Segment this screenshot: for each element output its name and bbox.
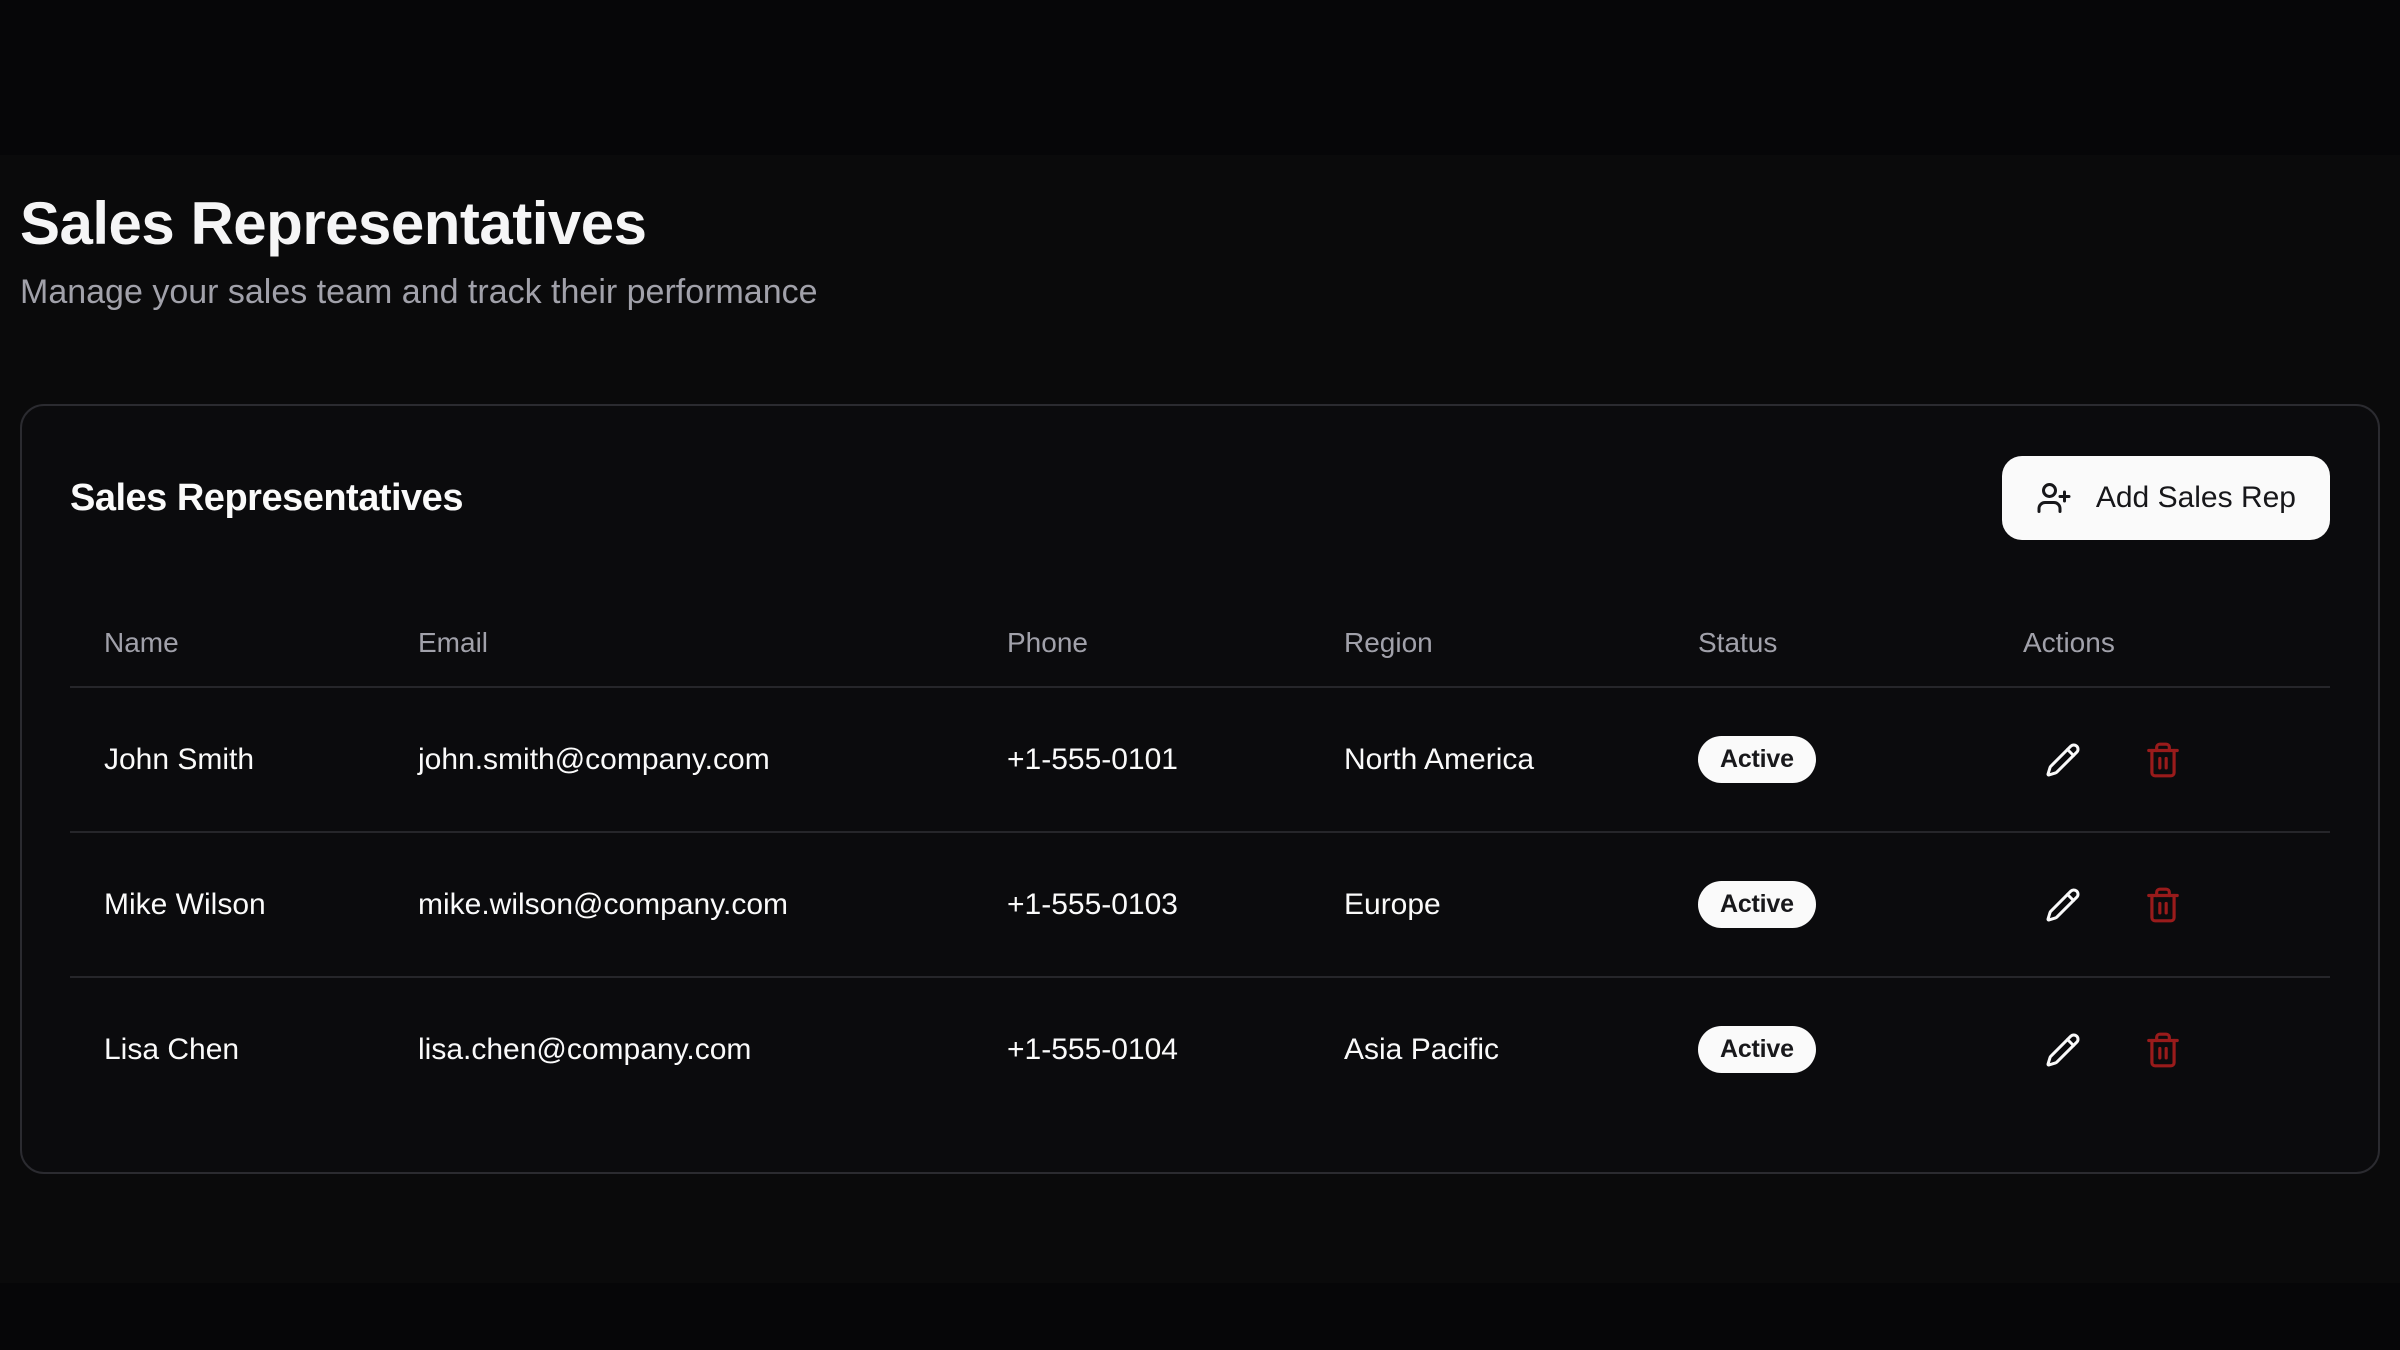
trash-icon — [2144, 886, 2182, 924]
pencil-icon — [2045, 887, 2081, 923]
rep-email: lisa.chen@company.com — [384, 977, 973, 1121]
status-badge: Active — [1698, 881, 1816, 928]
column-header-email: Email — [384, 600, 973, 687]
pencil-icon — [2045, 742, 2081, 778]
sales-reps-card: Sales Representatives Add Sales Rep — [20, 404, 2380, 1174]
delete-button[interactable] — [2123, 720, 2203, 800]
trash-icon — [2144, 741, 2182, 779]
rep-name: Lisa Chen — [70, 977, 384, 1121]
rep-region: North America — [1310, 687, 1664, 832]
edit-button[interactable] — [2023, 1010, 2103, 1090]
rep-phone: +1-555-0101 — [973, 687, 1310, 832]
rep-phone: +1-555-0104 — [973, 977, 1310, 1121]
rep-region: Asia Pacific — [1310, 977, 1664, 1121]
column-header-actions: Actions — [1989, 600, 2330, 687]
table-header-row: Name Email Phone Region Status Actions — [70, 600, 2330, 687]
card-title: Sales Representatives — [70, 477, 463, 520]
column-header-name: Name — [70, 600, 384, 687]
rep-name: Mike Wilson — [70, 832, 384, 977]
page: Sales Representatives Manage your sales … — [0, 0, 2400, 1350]
status-badge: Active — [1698, 1026, 1816, 1073]
edit-button[interactable] — [2023, 720, 2103, 800]
row-actions — [2023, 865, 2330, 945]
row-actions — [2023, 720, 2330, 800]
table-row: John Smith john.smith@company.com +1-555… — [70, 687, 2330, 832]
rep-phone: +1-555-0103 — [973, 832, 1310, 977]
main-content: Sales Representatives Manage your sales … — [0, 155, 2400, 1283]
table-row: Lisa Chen lisa.chen@company.com +1-555-0… — [70, 977, 2330, 1121]
sales-reps-table: Name Email Phone Region Status Actions J… — [70, 600, 2330, 1121]
edit-button[interactable] — [2023, 865, 2103, 945]
pencil-icon — [2045, 1032, 2081, 1068]
column-header-phone: Phone — [973, 600, 1310, 687]
table-row: Mike Wilson mike.wilson@company.com +1-5… — [70, 832, 2330, 977]
user-plus-icon — [2036, 480, 2072, 516]
rep-email: john.smith@company.com — [384, 687, 973, 832]
delete-button[interactable] — [2123, 1010, 2203, 1090]
page-title: Sales Representatives — [20, 191, 2380, 257]
row-actions — [2023, 1010, 2330, 1090]
table-body: John Smith john.smith@company.com +1-555… — [70, 687, 2330, 1121]
rep-region: Europe — [1310, 832, 1664, 977]
card-header: Sales Representatives Add Sales Rep — [70, 456, 2330, 540]
add-sales-rep-label: Add Sales Rep — [2096, 481, 2296, 515]
rep-name: John Smith — [70, 687, 384, 832]
delete-button[interactable] — [2123, 865, 2203, 945]
rep-email: mike.wilson@company.com — [384, 832, 973, 977]
trash-icon — [2144, 1031, 2182, 1069]
column-header-region: Region — [1310, 600, 1664, 687]
column-header-status: Status — [1664, 600, 1989, 687]
page-subtitle: Manage your sales team and track their p… — [20, 271, 2380, 313]
status-badge: Active — [1698, 736, 1816, 783]
add-sales-rep-button[interactable]: Add Sales Rep — [2002, 456, 2330, 540]
